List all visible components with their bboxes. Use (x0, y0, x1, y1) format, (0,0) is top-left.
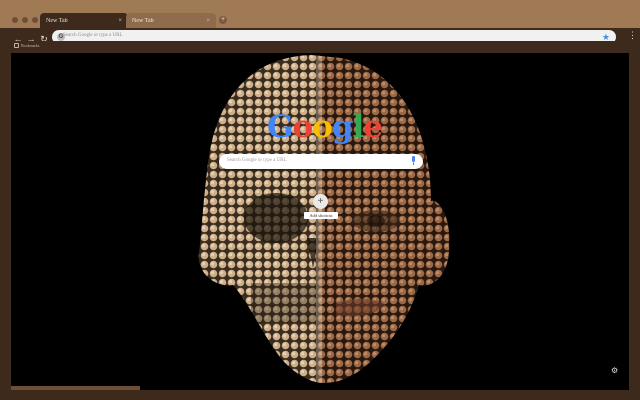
tab-label: New Tab (132, 17, 154, 24)
search-input[interactable]: Search Google or type a URL (219, 154, 423, 169)
logo-letter: o (312, 109, 333, 145)
minimize-window-dot[interactable] (22, 17, 28, 23)
logo-letter: l (352, 109, 365, 145)
bookmarks-bar: Bookmarks (0, 41, 640, 53)
new-tab-page: Google Search Google or type a URL + Add… (11, 53, 629, 387)
maximize-window-dot[interactable] (32, 17, 38, 23)
tab-close-icon[interactable]: × (206, 18, 210, 24)
menu-icon[interactable]: ⋮ (628, 31, 637, 40)
omnibox-placeholder: Search Google or type a URL (63, 33, 123, 38)
frame-right (629, 53, 640, 390)
frame-bottom (0, 390, 640, 400)
tab-new-tab[interactable]: New Tab × (126, 13, 216, 28)
frame-left (0, 53, 11, 390)
search-placeholder: Search Google or type a URL (227, 158, 287, 163)
google-logo: Google (267, 109, 383, 145)
logo-letter: o (292, 109, 313, 145)
folder-icon (14, 43, 19, 48)
microphone-icon[interactable] (411, 156, 416, 166)
add-icon[interactable]: + (313, 194, 328, 209)
bookmarks-label: Bookmarks (21, 43, 40, 48)
tab-close-icon[interactable]: × (118, 18, 122, 24)
new-tab-button[interactable]: + (219, 16, 227, 24)
gear-icon[interactable]: ⚙ (611, 367, 618, 375)
tab-label: New Tab (46, 17, 68, 24)
window-controls (12, 17, 38, 23)
theme-background-image (198, 55, 450, 383)
title-bar: New Tab × New Tab × + (0, 0, 640, 28)
logo-letter: g (331, 109, 354, 145)
tab-new-tab-active[interactable]: New Tab × (40, 13, 128, 28)
status-bar (11, 386, 140, 390)
close-window-dot[interactable] (12, 17, 18, 23)
logo-letter: G (267, 109, 294, 145)
add-shortcut-label: Add shortcut (304, 212, 338, 219)
bookmarks-folder[interactable]: Bookmarks (14, 43, 39, 48)
logo-letter: e (363, 109, 383, 145)
add-shortcut-tile[interactable]: + Add shortcut (304, 193, 338, 219)
